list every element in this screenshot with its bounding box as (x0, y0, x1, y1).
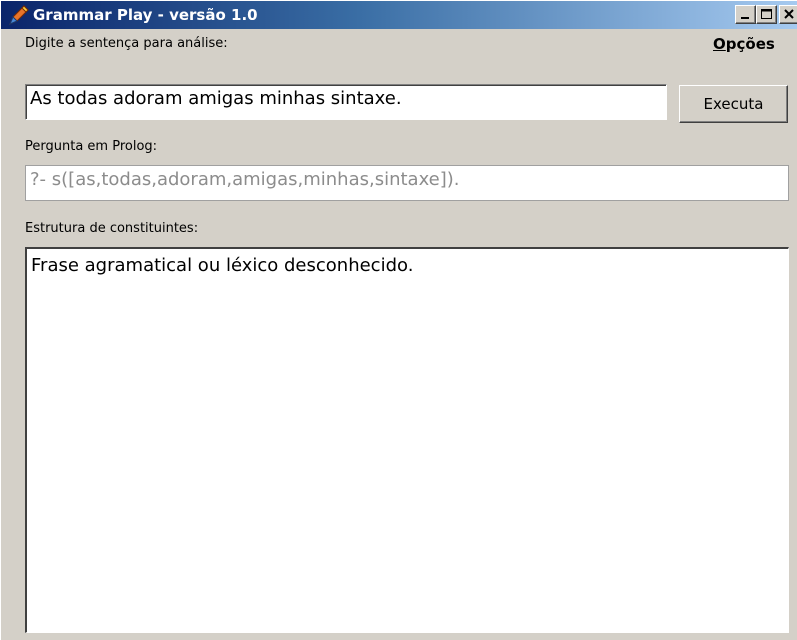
execute-button[interactable]: Executa (679, 85, 788, 123)
app-pen-icon (9, 5, 29, 25)
options-menu-label: pções (725, 35, 775, 53)
sentence-label: Digite a sentença para análise: (25, 36, 228, 51)
maximize-button[interactable] (756, 5, 777, 24)
close-button[interactable] (779, 5, 797, 24)
close-icon (784, 9, 794, 19)
prolog-query-field: ?- s([as,todas,adoram,amigas,minhas,sint… (25, 165, 789, 201)
options-menu-mnemonic: O (713, 35, 726, 53)
sentence-input[interactable]: As todas adoram amigas minhas sintaxe. (25, 84, 667, 120)
minimize-icon (741, 17, 749, 19)
minimize-button[interactable] (735, 5, 756, 24)
structure-label: Estrutura de constituintes: (25, 221, 199, 236)
maximize-icon (761, 9, 772, 19)
structure-output[interactable]: Frase agramatical ou léxico desconhecido… (25, 247, 789, 633)
app-window: Grammar Play - versão 1.0 Digite a sente… (0, 0, 797, 640)
title-bar[interactable]: Grammar Play - versão 1.0 (1, 1, 797, 29)
options-menu[interactable]: Opções (713, 35, 775, 53)
window-title: Grammar Play - versão 1.0 (33, 6, 258, 24)
prolog-label: Pergunta em Prolog: (25, 139, 158, 154)
